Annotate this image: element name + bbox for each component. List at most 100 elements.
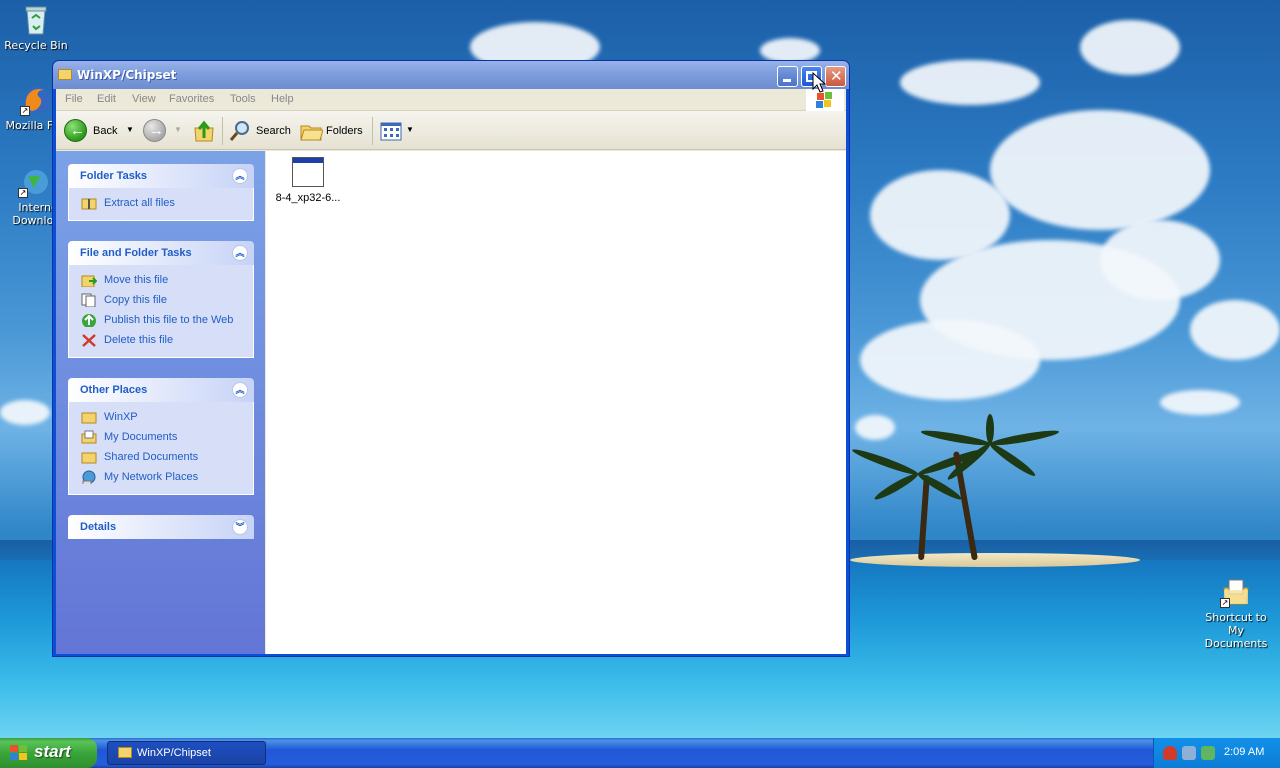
- shared-folder-icon: [81, 452, 97, 464]
- publish-web-icon: [82, 314, 96, 327]
- task-delete-file[interactable]: Delete this file: [81, 331, 253, 351]
- start-button[interactable]: start: [0, 738, 97, 768]
- menu-tools[interactable]: Tools: [230, 93, 256, 105]
- folders-icon: [300, 125, 324, 141]
- close-button[interactable]: ✕: [825, 66, 846, 87]
- folder-tasks-header[interactable]: Folder Tasks ︽: [68, 164, 254, 188]
- task-copy-file[interactable]: Copy this file: [81, 291, 253, 311]
- views-dropdown-icon: ▼: [406, 125, 414, 134]
- system-tray: 2:09 AM: [1153, 738, 1280, 768]
- documents-folder-icon: ↗: [1220, 576, 1252, 608]
- search-label: Search: [256, 125, 291, 137]
- search-button[interactable]: Search: [228, 119, 294, 143]
- my-documents-shortcut-desktop-icon[interactable]: ↗ Shortcut to My Documents: [1198, 576, 1274, 650]
- details-panel: Details ︾: [68, 515, 254, 539]
- minimize-button[interactable]: [777, 66, 798, 87]
- task-label: Delete this file: [104, 334, 174, 346]
- download-manager-icon: ↗: [18, 166, 50, 198]
- file-name: 8-4_xp32-6...: [275, 192, 341, 204]
- folder-icon: [58, 69, 72, 80]
- place-my-documents[interactable]: My Documents: [81, 428, 253, 448]
- place-label: My Network Places: [104, 471, 199, 483]
- panel-title: Other Places: [80, 384, 148, 396]
- place-my-network-places[interactable]: My Network Places: [81, 468, 253, 488]
- network-globe-icon: [82, 470, 96, 484]
- panel-title: Folder Tasks: [80, 170, 148, 182]
- menu-bar: File Edit View Favorites Tools Help: [56, 89, 846, 111]
- other-places-header[interactable]: Other Places ︽: [68, 378, 254, 402]
- details-header[interactable]: Details ︾: [68, 515, 254, 539]
- back-label: Back: [93, 125, 118, 137]
- firefox-icon: ↗: [20, 84, 52, 116]
- collapse-chevron-icon[interactable]: ︽: [232, 168, 248, 184]
- recycle-bin-desktop-icon[interactable]: Recycle Bin: [0, 4, 74, 52]
- update-icon[interactable]: [1201, 746, 1215, 760]
- forward-dropdown-icon: ▼: [174, 125, 182, 134]
- task-label: Copy this file: [104, 294, 167, 306]
- menu-edit[interactable]: Edit: [97, 93, 116, 105]
- up-folder-icon: [194, 120, 214, 142]
- menu-file[interactable]: File: [65, 93, 83, 105]
- title-bar[interactable]: WinXP/Chipset ✕: [53, 61, 849, 89]
- menu-help[interactable]: Help: [271, 93, 294, 105]
- clock[interactable]: 2:09 AM: [1224, 746, 1264, 758]
- window-frame: File Edit View Favorites Tools Help ← Ba…: [56, 89, 846, 654]
- panel-title: Details: [80, 521, 117, 533]
- folder-icon: [81, 412, 97, 424]
- task-extract-all-files[interactable]: Extract all files: [81, 194, 253, 214]
- task-label: Move this file: [104, 274, 169, 286]
- collapse-chevron-icon[interactable]: ︽: [232, 382, 248, 398]
- place-label: My Documents: [104, 431, 178, 443]
- standard-toolbar: ← Back ▼ → ▼ Search Folders ▼: [56, 111, 846, 150]
- forward-arrow-icon: →: [143, 119, 166, 142]
- close-icon: ✕: [830, 67, 843, 85]
- task-label: Publish this file to the Web: [104, 314, 234, 326]
- task-pane: Folder Tasks ︽ Extract all files File an…: [56, 151, 265, 654]
- back-dropdown-icon[interactable]: ▼: [126, 125, 134, 134]
- folder-icon: [118, 747, 132, 758]
- window-title: WinXP/Chipset: [77, 68, 177, 82]
- place-label: Shared Documents: [104, 451, 199, 463]
- minimize-icon: [783, 79, 791, 82]
- up-folder-button[interactable]: [192, 119, 216, 143]
- task-move-file[interactable]: Move this file: [81, 271, 253, 291]
- folders-label: Folders: [326, 125, 363, 137]
- recycle-bin-icon: [20, 4, 52, 36]
- views-icon: [380, 122, 402, 141]
- delete-icon: [82, 334, 96, 347]
- expand-chevron-icon[interactable]: ︾: [232, 519, 248, 535]
- search-icon: [229, 121, 249, 141]
- panel-title: File and Folder Tasks: [80, 247, 192, 259]
- collapse-chevron-icon[interactable]: ︽: [232, 245, 248, 261]
- windows-flag-icon: [10, 745, 28, 761]
- file-item[interactable]: 8-4_xp32-6...: [270, 157, 346, 204]
- taskbar-window-label: WinXP/Chipset: [137, 747, 211, 759]
- place-winxp[interactable]: WinXP: [81, 408, 253, 428]
- place-shared-documents[interactable]: Shared Documents: [81, 448, 253, 468]
- taskbar-window-button[interactable]: WinXP/Chipset: [107, 741, 266, 765]
- network-icon[interactable]: [1182, 746, 1196, 760]
- folders-button[interactable]: Folders: [299, 119, 365, 143]
- application-file-icon: [292, 157, 324, 187]
- desktop-icon-label: Shortcut to My Documents: [1204, 611, 1268, 650]
- security-shield-icon[interactable]: [1163, 746, 1177, 760]
- back-button[interactable]: ← Back ▼: [64, 119, 134, 143]
- file-folder-tasks-header[interactable]: File and Folder Tasks ︽: [68, 241, 254, 265]
- mouse-cursor-icon: [812, 72, 826, 93]
- folder-tasks-panel: Folder Tasks ︽ Extract all files: [68, 164, 254, 221]
- file-list-area[interactable]: 8-4_xp32-6...: [266, 151, 846, 654]
- move-file-icon: [81, 275, 97, 287]
- forward-button[interactable]: → ▼: [143, 119, 183, 143]
- place-label: WinXP: [104, 411, 138, 423]
- copy-file-icon: [81, 293, 96, 307]
- task-publish-web[interactable]: Publish this file to the Web: [81, 311, 253, 331]
- my-documents-icon: [81, 430, 97, 444]
- desktop-icon-label: Recycle Bin: [4, 39, 68, 52]
- task-label: Extract all files: [104, 197, 175, 209]
- other-places-panel: Other Places ︽ WinXP My Documents Shared…: [68, 378, 254, 495]
- views-button[interactable]: ▼: [379, 119, 414, 143]
- menu-view[interactable]: View: [132, 93, 156, 105]
- menu-favorites[interactable]: Favorites: [169, 93, 214, 105]
- explorer-window: WinXP/Chipset ✕ File Edit View Favorites…: [52, 60, 850, 657]
- taskbar: start WinXP/Chipset 2:09 AM: [0, 738, 1280, 768]
